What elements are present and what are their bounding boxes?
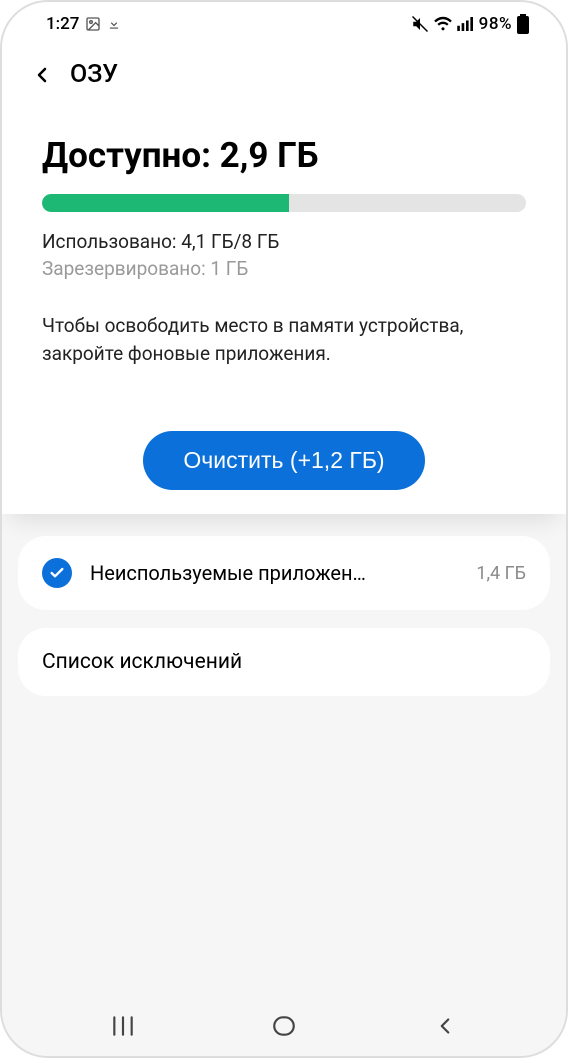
back-button[interactable]: [432, 1013, 458, 1039]
page-title: ОЗУ: [70, 60, 118, 89]
signal-icon: [457, 17, 475, 31]
status-time: 1:27: [46, 14, 79, 34]
nav-bar: [2, 996, 566, 1056]
status-right: 98%: [411, 14, 530, 34]
ram-progress-fill: [42, 194, 289, 212]
home-button[interactable]: [271, 1013, 297, 1039]
reserved-label: Зарезервировано: 1 ГБ: [42, 257, 526, 280]
clean-section: Очистить (+1,2 ГБ): [2, 407, 566, 514]
phone-frame: 1:27 98% ОЗУ Доступно: 2,9 ГБ Использова…: [0, 0, 568, 1058]
ram-card: Доступно: 2,9 ГБ Использовано: 4,1 ГБ/8 …: [2, 107, 566, 407]
wifi-icon: [433, 16, 453, 32]
unused-apps-label: Неиспользуемые приложен…: [90, 561, 458, 585]
status-bar: 1:27 98%: [2, 2, 566, 46]
clean-button[interactable]: Очистить (+1,2 ГБ): [143, 431, 424, 490]
image-icon: [85, 16, 101, 32]
unused-apps-card[interactable]: Неиспользуемые приложен… 1,4 ГБ: [18, 536, 550, 610]
app-header: ОЗУ: [2, 46, 566, 107]
checkbox-checked-icon[interactable]: [42, 558, 72, 588]
ram-progress: [42, 194, 526, 212]
battery-icon: [516, 14, 530, 34]
unused-apps-size: 1,4 ГБ: [476, 563, 526, 584]
status-left: 1:27: [46, 14, 121, 34]
hint-text: Чтобы освободить место в памяти устройст…: [42, 312, 526, 367]
download-icon: [107, 17, 121, 31]
available-label: Доступно: 2,9 ГБ: [42, 135, 526, 176]
exclusions-card[interactable]: Список исключений: [18, 628, 550, 696]
battery-percent: 98%: [479, 14, 512, 34]
used-label: Использовано: 4,1 ГБ/8 ГБ: [42, 230, 526, 253]
exclusions-label: Список исключений: [42, 650, 242, 674]
recents-button[interactable]: [110, 1013, 136, 1039]
mute-icon: [411, 15, 429, 33]
back-icon[interactable]: [30, 63, 54, 87]
